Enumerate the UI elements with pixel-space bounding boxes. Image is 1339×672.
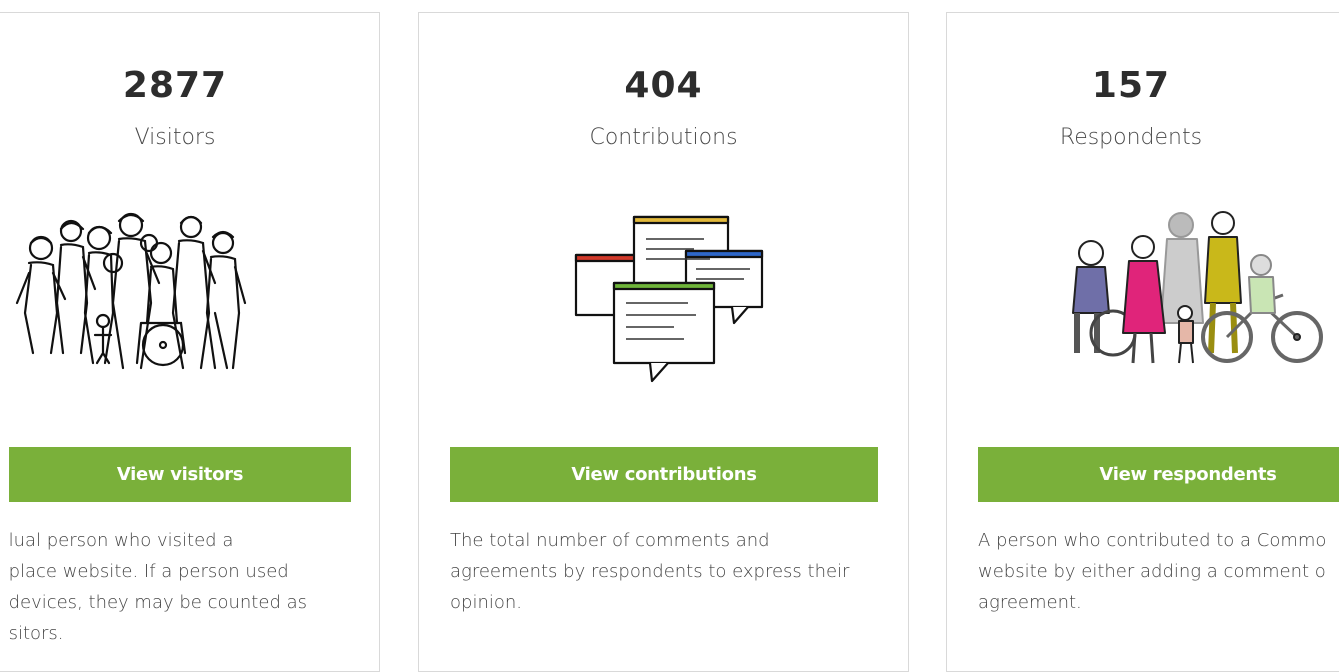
respondents-card: 157 Respondents View respondents A perso… bbox=[946, 12, 1339, 672]
contributions-description: The total number of comments and agreeme… bbox=[450, 525, 849, 618]
description-line: devices, they may be counted as bbox=[8, 592, 307, 613]
description-line: agreement. bbox=[978, 592, 1082, 613]
description-line: agreements by respondents to express the… bbox=[450, 561, 850, 582]
contributions-label: Contributions bbox=[589, 125, 738, 150]
visitors-label: Visitors bbox=[134, 125, 216, 150]
description-line: lual person who visited a bbox=[8, 530, 234, 551]
description-line: website by either adding a comment o bbox=[978, 561, 1326, 582]
view-contributions-button[interactable]: View contributions bbox=[450, 447, 878, 502]
description-line: sitors. bbox=[8, 623, 64, 644]
contributions-count: 404 bbox=[624, 65, 703, 106]
crowd-of-people-icon bbox=[0, 203, 379, 403]
visitors-card: 2877 Visitors View visitors lual person … bbox=[0, 12, 380, 672]
description-line: The total number of comments and bbox=[450, 530, 770, 551]
visitors-count: 2877 bbox=[122, 65, 228, 106]
respondents-label: Respondents bbox=[1059, 125, 1203, 150]
view-respondents-button[interactable]: View respondents bbox=[978, 447, 1339, 502]
visitors-description: lual person who visited a place website.… bbox=[9, 525, 307, 649]
comment-windows-icon bbox=[419, 203, 908, 403]
description-line: A person who contributed to a Commo bbox=[978, 530, 1327, 551]
respondents-count: 157 bbox=[1091, 65, 1171, 106]
diverse-people-icon bbox=[947, 203, 1339, 403]
description-line: place website. If a person used bbox=[8, 561, 289, 582]
view-visitors-button[interactable]: View visitors bbox=[9, 447, 351, 502]
description-line: opinion. bbox=[450, 592, 522, 613]
contributions-card: 404 Contributions View contributions The… bbox=[418, 12, 909, 672]
respondents-description: A person who contributed to a Commo webs… bbox=[978, 525, 1326, 618]
